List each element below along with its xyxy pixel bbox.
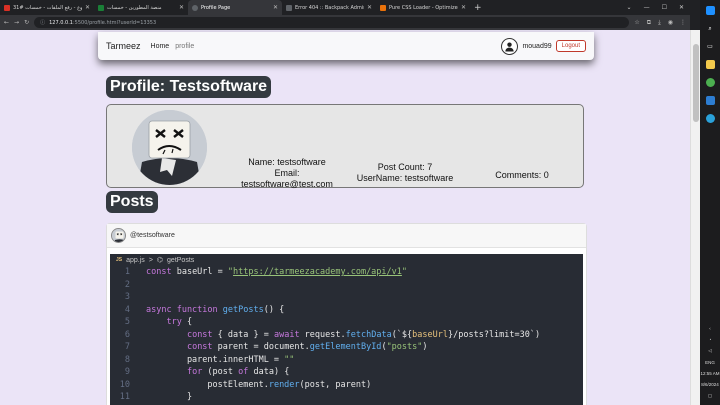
window-controls: ⌄ — ☐ ✕ [627,0,690,15]
tab-close-icon[interactable]: ✕ [179,4,184,11]
scrollbar-thumb[interactable] [693,44,699,122]
code-line: 6 const { data } = await request.fetchDa… [124,329,541,340]
user-avatar-icon[interactable] [501,37,519,55]
post-author-avatar [111,228,126,243]
post-header: @testsoftware [107,224,586,248]
browser-tab[interactable]: ختام المشروع - رفع الملفات - خمسات #31 ✕ [0,0,94,15]
clock-time[interactable]: 12:55 AM [700,371,719,376]
tab-title: منصة المطورين - خمسات [107,4,162,11]
new-tab-button[interactable]: + [470,0,486,15]
code-line: 3 [124,292,130,302]
file-explorer-icon[interactable] [705,60,715,69]
code-line: 5 try { [124,317,193,327]
close-window-icon[interactable]: ✕ [679,4,684,11]
back-icon[interactable]: ← [4,19,9,26]
forward-icon[interactable]: → [14,19,19,26]
system-tray: ‹ ◔ ◁ ENG 12:55 AM 8/6/2024 ▢ [700,326,720,399]
maximize-icon[interactable]: ☐ [662,4,667,11]
profile-icon[interactable]: ◉ [668,19,673,26]
tab-title: Profile Page [201,4,231,11]
profile-comments: Comments: 0 [495,170,549,180]
profile-avatar [132,110,207,185]
clock-date[interactable]: 8/6/2024 [701,382,719,387]
tab-close-icon[interactable]: ✕ [461,4,466,11]
tab-title: Pure CSS Loader - Optimized [389,4,458,11]
chrome-icon[interactable] [705,78,715,87]
code-line: 11 } [119,392,193,402]
browser-toolbar: ← → ↻ ⓘ 127.0.0.1:5500/profile.html?user… [0,15,690,30]
code-symbol-name: getPosts [167,256,195,264]
tab-close-icon[interactable]: ✕ [367,4,372,11]
site-favicon-icon [98,4,104,11]
menu-kebab-icon[interactable]: ⋮ [680,19,686,26]
code-line: 4 async function getPosts() { [124,304,285,315]
post-code-image: JS app.js > ⌬ getPosts 1 const baseUrl = … [110,254,583,405]
search-icon[interactable]: ⌕ [706,24,715,33]
profile-username: UserName: testsoftware [356,173,454,183]
browser-tab[interactable]: Error 404 :: Backpack Admin Pa ✕ [282,0,376,15]
posts-heading: Posts [106,191,158,213]
code-breadcrumb-separator: > [148,256,153,264]
tab-title: ختام المشروع - رفع الملفات - خمسات #31 [13,4,82,11]
site-info-icon[interactable]: ⓘ [40,19,45,26]
browser-tabstrip: ختام المشروع - رفع الملفات - خمسات #31 ✕… [0,0,690,15]
toolbar-actions: ☆ ⧉ ⤓ ◉ ⋮ [634,19,686,27]
function-symbol-icon: ⌬ [156,257,164,264]
code-line: 2 [124,279,130,290]
code-line: 8 parent.innerHTML = "" [124,354,295,365]
codepen-favicon-icon [380,4,386,11]
code-line: 7 const parent = document.getElementById… [124,342,428,352]
network-icon[interactable]: ◔ [709,337,712,342]
javascript-file-icon: JS [116,257,123,263]
chevron-left-icon[interactable]: ‹ [709,326,711,331]
chevron-down-icon[interactable]: ⌄ [627,4,632,11]
browser-tab[interactable]: منصة المطورين - خمسات ✕ [94,0,188,15]
profile-card: Name: testsoftware Email: testsoftware@t… [106,104,584,189]
nav-link-home[interactable]: Home [151,43,170,50]
code-file-name: app.js [126,256,145,264]
youtube-favicon-icon [4,4,10,11]
post-author-username[interactable]: @testsoftware [130,232,175,239]
minimize-icon[interactable]: — [644,4,650,11]
volume-icon[interactable]: ◁ [708,348,711,354]
url-host: 127.0.0.1 [49,19,73,26]
bookmark-star-icon[interactable]: ☆ [634,19,639,26]
downloads-icon[interactable]: ⤓ [658,19,661,27]
tab-title: Error 404 :: Backpack Admin Pa [295,4,364,11]
profile-post-count: Post Count: 7 [377,162,433,172]
profile-heading: Profile: Testsoftware [106,76,272,98]
brand-logo[interactable]: Tarmeez [106,41,141,51]
extensions-icon[interactable]: ⧉ [647,19,651,27]
vscode-icon[interactable] [705,96,715,105]
profile-stats-block: Post Count: 7 UserName: testsoftware [335,162,475,184]
logout-button[interactable]: Logout [555,40,586,52]
code-breadcrumb: JS app.js > ⌬ getPosts [110,254,583,266]
address-bar[interactable]: ⓘ 127.0.0.1:5500/profile.html?userId=133… [34,17,630,28]
page-viewport: Tarmeez Home profile mouad99 Logout Prof… [0,30,690,405]
task-view-icon[interactable]: ▭ [706,42,715,51]
code-line: 1 const baseUrl = "https://tarmeezacademy… [124,267,408,277]
nav-username: mouad99 [522,42,552,50]
browser-tab[interactable]: Pure CSS Loader - Optimized ✕ [376,0,470,15]
site-navbar: Tarmeez Home profile mouad99 Logout [98,32,594,60]
code-line: 10 postElement.render(post, parent) [119,379,372,390]
start-icon[interactable] [705,6,715,15]
os-taskbar: ⌕ ▭ ‹ ◔ ◁ ENG 12:55 AM 8/6/2024 ▢ [700,0,720,405]
reload-icon[interactable]: ↻ [24,19,29,26]
url-path: :5500/profile.html?userId=13353 [72,19,157,26]
language-indicator[interactable]: ENG [705,360,715,365]
tab-close-icon[interactable]: ✕ [273,4,278,11]
browser-tab-active[interactable]: Profile Page ✕ [188,0,282,15]
nav-link-profile[interactable]: profile [175,43,194,50]
site-favicon-icon [286,4,292,11]
globe-favicon-icon [192,4,198,11]
notifications-icon[interactable]: ▢ [708,393,712,399]
post-card[interactable]: @testsoftware JS app.js > ⌬ getPosts 1 co… [106,223,587,405]
nav-user-area: mouad99 Logout [501,37,586,55]
tab-close-icon[interactable]: ✕ [85,4,90,11]
code-line: 9 for (post of data) { [124,367,290,377]
page-scrollbar[interactable] [690,30,700,405]
telegram-icon[interactable] [705,114,715,123]
